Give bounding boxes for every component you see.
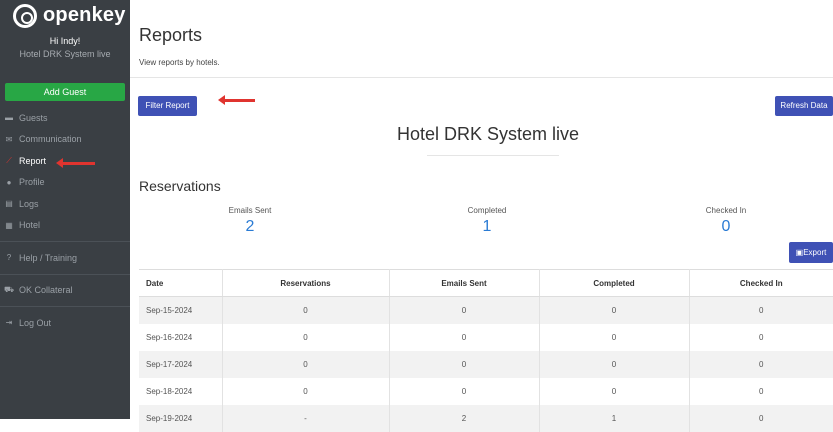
cell-completed: 0 (539, 350, 690, 378)
column-header[interactable]: Completed (539, 269, 690, 297)
sidebar-item-label: OK Collateral (19, 285, 73, 296)
cell-emails-sent: 0 (389, 377, 540, 405)
page-title: Reports (139, 25, 203, 45)
heading-underline (427, 155, 559, 156)
divider (130, 77, 833, 78)
annotation-arrow-report (56, 158, 95, 168)
cell-date: Sep-15-2024 (139, 296, 223, 324)
stat-value: 0 (721, 218, 731, 235)
stat-checked-in: Checked In 0 (666, 206, 786, 236)
export-button[interactable]: ▣Export (789, 242, 833, 263)
cell-date: Sep-19-2024 (139, 404, 223, 432)
sidebar-item-label: Log Out (19, 317, 52, 328)
cell-completed: 0 (539, 296, 690, 324)
sidebar-divider (0, 273, 130, 275)
help-icon: ? (6, 253, 12, 263)
cell-emails-sent: 2 (389, 404, 540, 432)
sidebar-item-label: Communication (19, 134, 82, 145)
logout-icon: ⇥ (5, 318, 13, 328)
filter-report-button[interactable]: Filter Report (138, 96, 197, 116)
sidebar-item-hotel[interactable]: ▦ Hotel (0, 215, 130, 237)
sidebar-item-label: Logs (19, 198, 39, 209)
sidebar: openkey Hi Indy! Hotel DRK System live A… (0, 0, 130, 419)
logo[interactable]: openkey (0, 0, 130, 28)
refresh-data-button[interactable]: Refresh Data (775, 96, 833, 116)
cell-reservations: - (222, 404, 390, 432)
envelope-icon: ✉ (5, 134, 13, 144)
openkey-logo-icon (13, 3, 37, 28)
cell-checked-in: 0 (759, 413, 764, 423)
stat-label: Completed (467, 206, 507, 215)
cell-completed: 0 (539, 323, 690, 351)
cell-checked-in: 0 (759, 359, 764, 369)
annotation-arrow-filter (218, 95, 255, 105)
sidebar-item-label: Guests (19, 112, 48, 123)
sidebar-hotel-name: Hotel DRK System live (19, 49, 111, 59)
cell-emails-sent: 0 (389, 323, 540, 351)
sidebar-item-report[interactable]: ⟋ Report (0, 150, 130, 172)
table-row: Sep-16-2024 0 0 0 0 (139, 323, 833, 351)
cell-emails-sent: 0 (389, 350, 540, 378)
sidebar-nav: ▬ Guests ✉ Communication ⟋ Report ● Prof… (0, 107, 130, 334)
hotel-heading: Hotel DRK System live (396, 124, 580, 144)
sidebar-item-profile[interactable]: ● Profile (0, 172, 130, 194)
stat-value: 2 (245, 218, 255, 235)
cell-checked-in: 0 (759, 332, 764, 342)
cell-completed: 0 (539, 377, 690, 405)
add-guest-button[interactable]: Add Guest (5, 83, 125, 101)
sidebar-divider (0, 241, 130, 242)
main-content: Reports View reports by hotels. Filter R… (130, 0, 833, 432)
sidebar-item-label: Help / Training (19, 252, 78, 263)
list-icon: ▤ (5, 199, 13, 209)
column-header[interactable]: Date (139, 269, 223, 297)
cell-date: Sep-16-2024 (139, 323, 223, 351)
reservations-table: Date Reservations Emails Sent Completed … (139, 269, 833, 432)
logo-text: openkey (43, 4, 126, 26)
cell-date: Sep-18-2024 (139, 377, 223, 405)
cell-reservations: 0 (222, 350, 390, 378)
chart-icon: ⟋ (6, 155, 12, 165)
cell-reservations: 0 (222, 323, 390, 351)
stat-label: Checked In (705, 206, 747, 215)
cell-emails-sent: 0 (389, 296, 540, 324)
bed-icon: ▬ (5, 113, 13, 123)
sidebar-item-communication[interactable]: ✉ Communication (0, 129, 130, 151)
stat-value: 1 (482, 218, 492, 235)
user-icon: ● (6, 177, 12, 187)
greeting: Hi Indy! (49, 36, 81, 46)
column-header[interactable]: Reservations (222, 269, 390, 297)
stat-emails-sent: Emails Sent 2 (190, 206, 310, 236)
cart-icon: ⛟ (4, 285, 15, 295)
export-label: Export (803, 248, 827, 257)
cell-checked-in: 0 (759, 386, 764, 396)
stat-completed: Completed 1 (427, 206, 547, 236)
column-header[interactable]: Emails Sent (389, 269, 540, 297)
cell-date: Sep-17-2024 (139, 350, 223, 378)
cell-reservations: 0 (222, 377, 390, 405)
cell-reservations: 0 (222, 296, 390, 324)
sidebar-item-label: Report (19, 155, 47, 166)
cell-checked-in: 0 (759, 305, 764, 315)
column-header[interactable]: Checked In (689, 269, 833, 297)
page-subtitle: View reports by hotels. (139, 58, 220, 67)
stat-label: Emails Sent (228, 206, 272, 215)
sidebar-item-help-training[interactable]: ? Help / Training (0, 247, 130, 269)
sidebar-item-log-out[interactable]: ⇥ Log Out (0, 312, 130, 334)
table-row: Sep-18-2024 0 0 0 0 (139, 377, 833, 405)
sidebar-item-label: Hotel (19, 220, 41, 231)
sidebar-item-label: Profile (19, 177, 45, 188)
sidebar-item-guests[interactable]: ▬ Guests (0, 107, 130, 129)
table-row: Sep-17-2024 0 0 0 0 (139, 350, 833, 378)
sidebar-item-ok-collateral[interactable]: ⛟ OK Collateral (0, 280, 130, 302)
cell-completed: 1 (539, 404, 690, 432)
reservations-title: Reservations (139, 178, 221, 194)
building-icon: ▦ (5, 220, 13, 230)
table-header-row: Date Reservations Emails Sent Completed … (139, 269, 833, 297)
sidebar-item-logs[interactable]: ▤ Logs (0, 193, 130, 215)
sidebar-divider (0, 306, 130, 307)
table-row: Sep-15-2024 0 0 0 0 (139, 296, 833, 324)
table-row: Sep-19-2024 - 2 1 0 (139, 404, 833, 432)
